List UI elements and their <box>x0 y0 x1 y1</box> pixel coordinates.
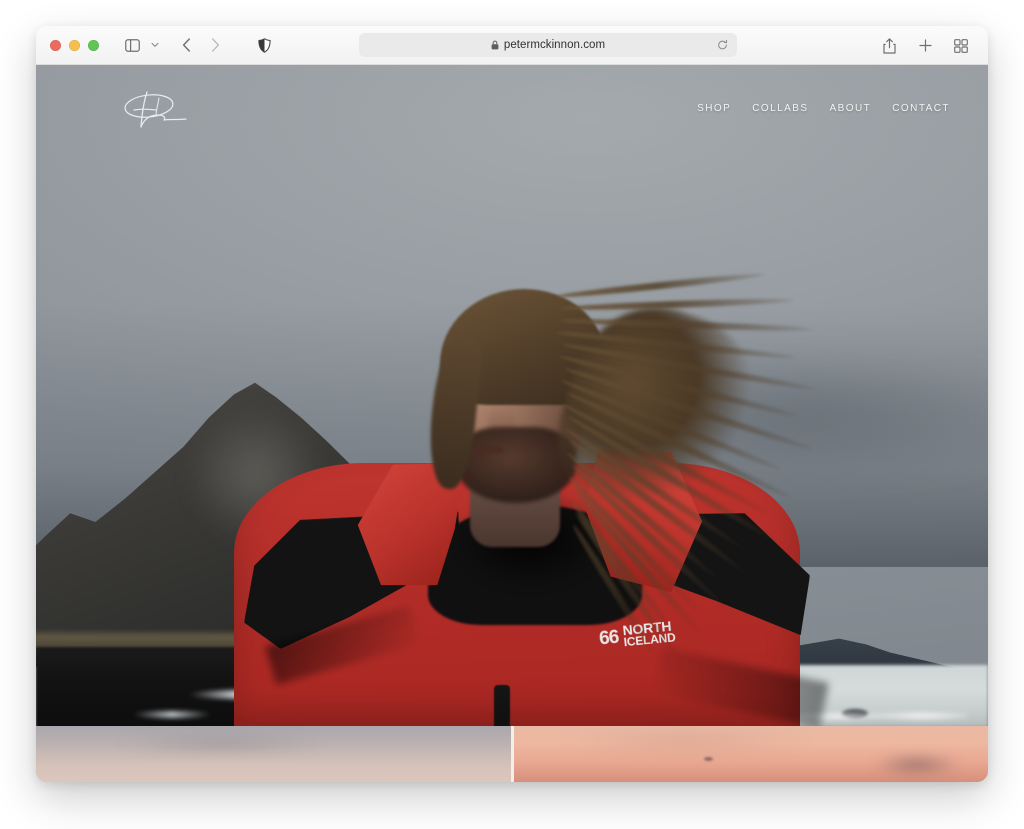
gallery-strip <box>36 726 988 782</box>
sidebar-icon <box>125 39 140 52</box>
nav-link-about[interactable]: ABOUT <box>830 103 872 114</box>
web-page-viewport: 66 NORTH ICELAND <box>36 65 988 782</box>
site-header: SHOP COLLABS ABOUT CONTACT <box>36 65 988 157</box>
back-button[interactable] <box>173 33 199 57</box>
mouth <box>473 447 503 453</box>
hair-strand <box>556 271 766 300</box>
address-bar-url: petermckinnon.com <box>504 39 605 51</box>
privacy-report-button[interactable] <box>258 38 271 53</box>
share-button[interactable] <box>876 34 902 58</box>
tab-overview-button[interactable] <box>948 34 974 58</box>
gallery-item-left[interactable] <box>36 726 511 782</box>
browser-window: petermckinnon.com <box>36 26 988 782</box>
hero-subject: 66 NORTH ICELAND <box>36 65 988 726</box>
brand-number: 66 <box>598 627 619 648</box>
gallery-item-right[interactable] <box>514 726 988 782</box>
strip-bird <box>704 757 713 761</box>
site-navigation: SHOP COLLABS ABOUT CONTACT <box>697 103 950 114</box>
reload-button[interactable] <box>715 38 730 53</box>
plus-icon <box>919 39 932 52</box>
sidebar-menu-button[interactable] <box>148 33 162 57</box>
sidebar-toggle-button[interactable] <box>119 33 145 57</box>
browser-toolbar: petermckinnon.com <box>36 26 988 65</box>
tab-overview-icon <box>954 39 968 53</box>
privacy-report-icon <box>258 38 271 53</box>
navigation-controls <box>119 33 228 57</box>
maximize-window-button[interactable] <box>88 40 99 51</box>
close-window-button[interactable] <box>50 40 61 51</box>
nav-link-shop[interactable]: SHOP <box>697 103 731 114</box>
new-tab-button[interactable] <box>912 34 938 58</box>
hair-strand <box>557 329 796 361</box>
hair-windswept-strands <box>556 283 856 563</box>
page-root: petermckinnon.com <box>0 0 1024 829</box>
parka-zip-pocket <box>494 685 510 726</box>
strip-cloud <box>855 750 978 779</box>
share-icon <box>883 38 896 54</box>
forward-arrow-icon <box>211 38 220 52</box>
site-logo[interactable] <box>114 89 198 139</box>
lock-icon <box>491 40 499 50</box>
minimize-window-button[interactable] <box>69 40 80 51</box>
back-arrow-icon <box>182 38 191 52</box>
reload-icon <box>717 40 728 51</box>
address-bar[interactable]: petermckinnon.com <box>359 33 737 57</box>
window-controls <box>50 40 99 51</box>
peter-mckinnon-signature-icon <box>114 89 198 139</box>
hair-strand <box>558 297 794 312</box>
toolbar-right-group <box>876 26 974 65</box>
nav-link-collabs[interactable]: COLLABS <box>752 103 808 114</box>
hero-image: 66 NORTH ICELAND <box>36 65 988 726</box>
nav-link-contact[interactable]: CONTACT <box>892 103 950 114</box>
forward-button[interactable] <box>202 33 228 57</box>
chevron-down-icon <box>151 42 159 48</box>
hair-strand <box>560 317 812 333</box>
